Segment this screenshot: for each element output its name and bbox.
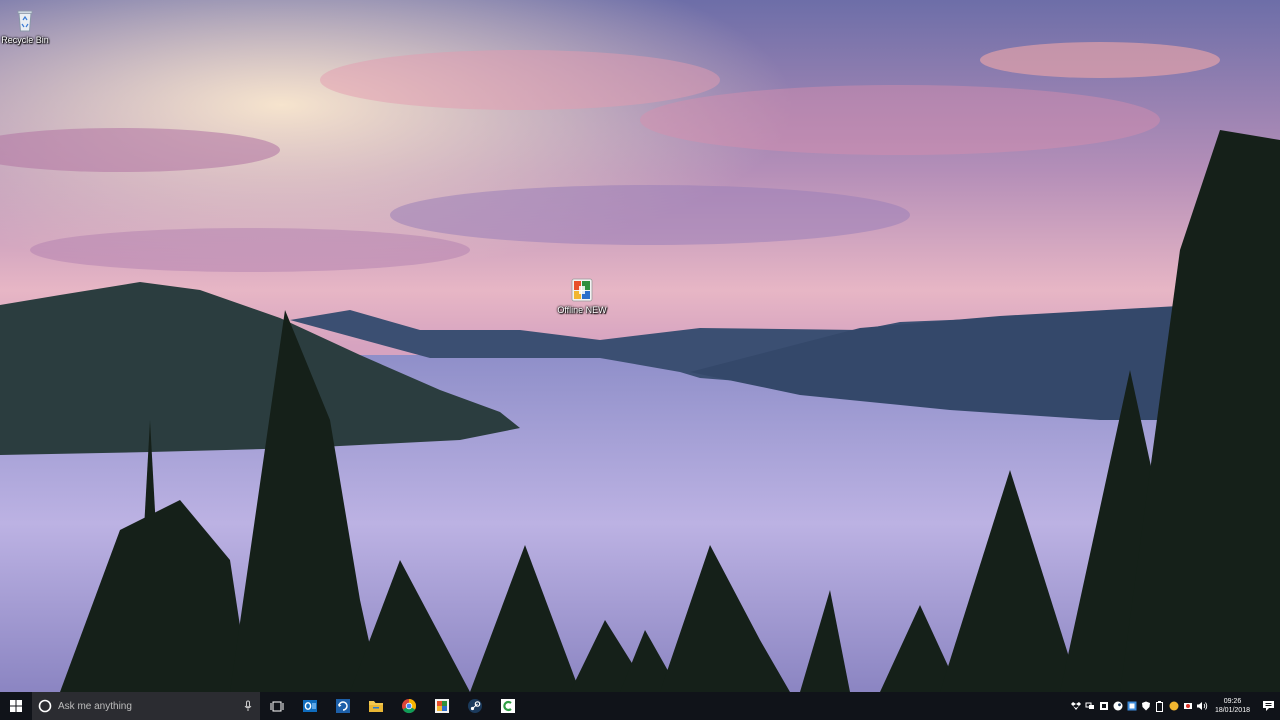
record-icon <box>1183 703 1192 709</box>
taskbar: Ask me anything 09:26 18/01/2018 <box>0 692 1280 720</box>
steam-tray-icon <box>1113 701 1123 711</box>
tray-shield[interactable] <box>1140 700 1152 712</box>
volume-icon <box>1196 702 1208 710</box>
tray-steam[interactable] <box>1112 700 1124 712</box>
clock-time: 09:26 <box>1223 698 1242 705</box>
chrome-icon <box>401 699 416 714</box>
desktop[interactable]: Recycle Bin Offline NEW <box>0 0 1280 692</box>
tray-app-icon <box>1127 701 1137 711</box>
desktop-icon-offline-new[interactable]: Offline NEW <box>552 277 612 315</box>
app-icon <box>434 699 449 713</box>
action-center-button[interactable] <box>1256 692 1280 720</box>
notification-icon <box>1262 701 1274 711</box>
shield-icon <box>1141 701 1150 711</box>
clock-date: 18/01/2018 <box>1214 707 1250 714</box>
tray-network[interactable] <box>1084 700 1096 712</box>
app-tray-icon <box>1099 702 1108 710</box>
taskbar-app[interactable] <box>425 692 458 720</box>
wallpaper-lake-sunset <box>0 0 1280 692</box>
battery-icon <box>1156 700 1164 712</box>
taskbar-refresh-app[interactable] <box>326 692 359 720</box>
microphone-icon[interactable] <box>244 700 252 712</box>
recycle-bin-label: Recycle Bin <box>1 35 49 45</box>
taskbar-outlook[interactable] <box>293 692 326 720</box>
camtasia-icon <box>500 699 515 713</box>
system-tray: 09:26 18/01/2018 <box>1069 692 1280 720</box>
search-box[interactable]: Ask me anything <box>32 692 260 720</box>
dropbox-icon <box>1070 702 1081 710</box>
task-view-icon <box>270 701 283 711</box>
taskbar-file-explorer[interactable] <box>359 692 392 720</box>
taskbar-clock[interactable]: 09:26 18/01/2018 <box>1215 697 1250 715</box>
tray-power[interactable] <box>1168 700 1180 712</box>
taskbar-steam[interactable] <box>458 692 491 720</box>
tray-app[interactable] <box>1098 700 1110 712</box>
offline-new-label: Offline NEW <box>557 305 607 315</box>
network-icon <box>1085 702 1094 709</box>
windows-start-icon <box>10 700 22 712</box>
desktop-icon-recycle-bin[interactable]: Recycle Bin <box>0 7 55 45</box>
recycle-bin-icon <box>17 10 33 32</box>
power-icon <box>1169 701 1179 711</box>
task-view-button[interactable] <box>260 692 293 720</box>
tray-volume[interactable] <box>1196 700 1208 712</box>
tray-dropbox[interactable] <box>1070 700 1082 712</box>
taskbar-camtasia[interactable] <box>491 692 524 720</box>
tray-record[interactable] <box>1182 700 1194 712</box>
start-button[interactable] <box>0 692 32 720</box>
cortana-circle-icon <box>38 699 52 713</box>
steam-icon <box>467 699 482 713</box>
taskbar-chrome[interactable] <box>392 692 425 720</box>
offline-new-shortcut-icon <box>571 278 593 302</box>
outlook-icon <box>302 700 317 712</box>
tray-blue-app[interactable] <box>1126 700 1138 712</box>
file-explorer-icon <box>368 701 383 712</box>
refresh-app-icon <box>335 699 350 713</box>
search-placeholder: Ask me anything <box>58 700 132 712</box>
tray-battery[interactable] <box>1154 700 1166 712</box>
